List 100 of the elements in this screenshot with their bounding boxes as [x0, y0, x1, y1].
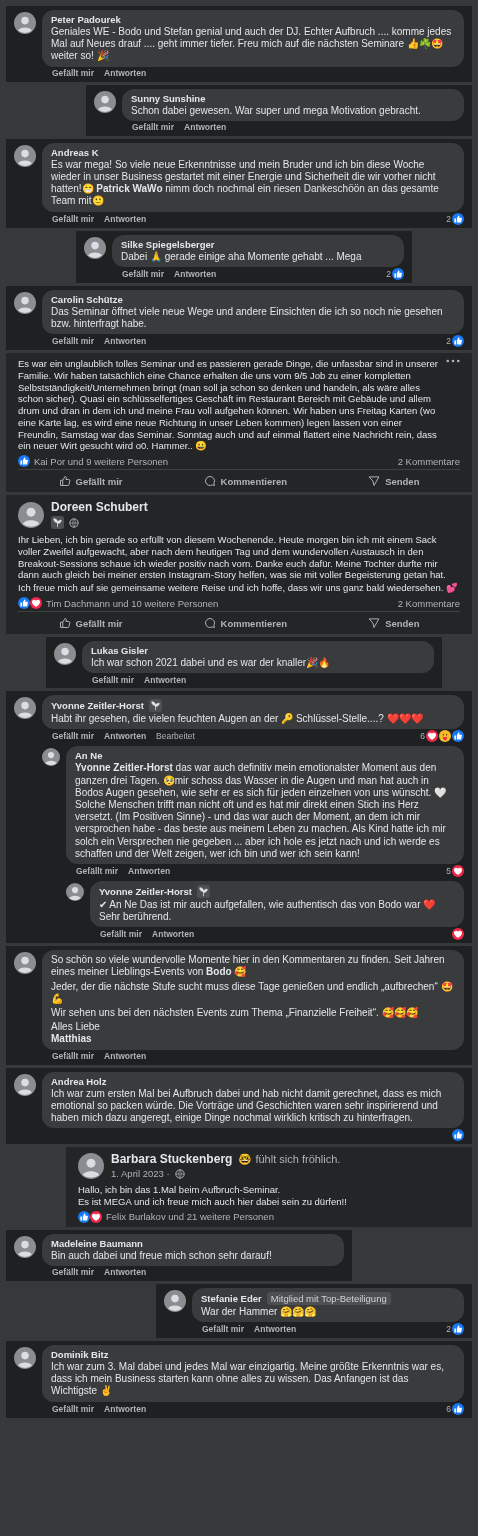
- like-link[interactable]: Gefällt mir: [52, 1267, 95, 1278]
- author-name[interactable]: Yvonne Zeitler-Horst: [99, 885, 192, 897]
- avatar-icon: [14, 291, 36, 314]
- avatar-icon: [14, 12, 36, 34]
- avatar-icon: [14, 1235, 36, 1258]
- author-name[interactable]: Silke Spiegelsberger: [121, 238, 215, 250]
- post-text: Hallo, ich bin das 1.Mal beim Aufbruch-Seminar. Es ist MEGA und ich freue mich auch hier dabei sein zu dürfen!!: [78, 1184, 348, 1208]
- author-name[interactable]: Carolin Schütze: [51, 293, 123, 305]
- comment-text: Habt ihr gesehen, die vielen feuchten Augen an der 🔑 Schlüssel-Stelle....? ❤❤❤: [51, 713, 424, 726]
- feeling-text: 🤓 fühlt sich fröhlich.: [238, 1153, 341, 1167]
- reaction-count: 2: [446, 1324, 451, 1335]
- reply-link[interactable]: Antworten: [104, 1403, 147, 1414]
- avatar-icon: [84, 236, 106, 259]
- speech-bubble-icon: [203, 475, 216, 488]
- reply-link[interactable]: Antworten: [254, 1324, 297, 1335]
- author-name[interactable]: Andrea Holz: [51, 1075, 107, 1087]
- comment-text: Das Seminar öffnet viele neue Wege und andere Einsichten die ich so noch nie gesehen bzw. hinterfragt habe.: [51, 305, 444, 331]
- reaction-count: 2: [446, 213, 451, 224]
- comment-text: Bin auch dabei und freue mich schon sehr darauf!: [51, 1249, 273, 1262]
- author-name[interactable]: An Ne: [75, 750, 103, 762]
- comments-count[interactable]: 2 Kommentare: [397, 597, 460, 609]
- comment-button[interactable]: Kommentieren: [193, 472, 298, 491]
- author-name[interactable]: Stefanie Eder: [201, 1292, 262, 1304]
- reply-link[interactable]: Antworten: [104, 336, 147, 347]
- avatar-icon: [42, 748, 60, 767]
- send-icon: [368, 617, 381, 629]
- like-link[interactable]: Gefällt mir: [202, 1324, 245, 1335]
- comment-text: Ich war zum 3. Mal dabei und jedes Mal war einzigartig. Meine größte Erkenntnis war es, dass ich mein Business starten kann ohne alles zu wissen. Das Anfangen ist das Wichtigste ✌: [51, 1361, 445, 1398]
- like-link[interactable]: Gefällt mir: [52, 213, 95, 224]
- like-link[interactable]: Gefällt mir: [122, 268, 165, 279]
- reply-link[interactable]: Antworten: [144, 674, 187, 685]
- like-link[interactable]: Gefällt mir: [52, 1403, 95, 1414]
- comment-text: Ich war zum ersten Mal bei Aufbruch dabei und hab nicht damit gerechnet, dass es mich emotional so packen würde. Die Vorträge und Geschichten waren sehr inspirierend und haben mich dazu angeregt, einige Dinge nochmal wirklich kritisch zu hinterfragen.: [51, 1087, 443, 1125]
- like-link[interactable]: Gefällt mir: [92, 674, 135, 685]
- comment-text: Es war mega! So viele neue Erkenntnisse und mein Bruder und ich bin diese Woche wieder in unser Business gestartet mit einer Energie und Sicherheit die wir vorher nicht hatten!😁 Patrick WaWo nimm doch nochmal ein riesen Dankeschöön an das gesamte Team mit🙂: [51, 158, 440, 208]
- reactions-summary[interactable]: Kai Por und 9 weitere Personen: [34, 455, 169, 467]
- like-button[interactable]: Gefällt mir: [48, 472, 133, 491]
- avatar-icon: [94, 90, 116, 113]
- comment-text: Wir sehen uns bei den nächsten Events zum Thema „Finanzielle Freiheit“. 🥰🥰🥰: [51, 1007, 419, 1020]
- speech-bubble-icon: [203, 617, 216, 629]
- comment-text: Schon dabei gewesen. War super und mega Motivation gebracht.: [131, 104, 422, 117]
- author-name[interactable]: Andreas K: [51, 146, 99, 158]
- author-name[interactable]: Dominik Bitz: [51, 1349, 109, 1361]
- avatar-icon: [14, 1347, 36, 1370]
- like-link[interactable]: Gefällt mir: [52, 336, 95, 347]
- reply-link[interactable]: Antworten: [184, 122, 227, 133]
- reply-link[interactable]: Antworten: [152, 929, 195, 940]
- like-link[interactable]: Gefällt mir: [52, 731, 95, 742]
- send-icon: [368, 475, 381, 488]
- like-link[interactable]: Gefällt mir: [52, 1051, 95, 1062]
- comment-text: Dabei 🙏 gerade einige aha Momente gehabt ... Mega: [121, 250, 363, 263]
- reply-link[interactable]: Antworten: [104, 1051, 147, 1062]
- like-link[interactable]: Gefällt mir: [132, 122, 175, 133]
- reply-link[interactable]: Antworten: [104, 68, 147, 79]
- reaction-count: 2: [446, 336, 451, 347]
- post-date[interactable]: 1. April 2023 ·: [111, 1168, 170, 1180]
- comment-text: Ich war schon 2021 dabei und es war der knaller🎉🔥: [91, 657, 332, 670]
- comment-text: War der Hammer 🤗🤗🤗: [201, 1305, 318, 1319]
- author-name[interactable]: Doreen Schubert: [51, 500, 148, 515]
- reactions-summary[interactable]: Tim Dachmann und 10 weitere Personen: [46, 597, 219, 609]
- avatar-icon: [54, 643, 76, 665]
- avatar-icon: [164, 1289, 186, 1312]
- reply-link[interactable]: Antworten: [128, 865, 171, 876]
- author-name[interactable]: Yvonne Zeitler-Horst: [51, 700, 144, 712]
- reactions-summary[interactable]: Felix Burlakov und 21 weitere Personen: [106, 1211, 274, 1223]
- comment-text: Jeder, der die nächste Stufe sucht muss diese Tage genießen und endlich „aufbrechen“ 🤩💪: [51, 980, 454, 1005]
- reply-link[interactable]: Antworten: [104, 731, 147, 742]
- author-name[interactable]: Sunny Sunshine: [131, 92, 206, 104]
- reaction-count: 5: [446, 865, 451, 876]
- reaction-count: 2: [386, 268, 391, 279]
- comments-count[interactable]: 2 Kommentare: [397, 455, 460, 467]
- like-button[interactable]: Gefällt mir: [48, 614, 133, 632]
- author-name[interactable]: Madeleine Baumann: [51, 1237, 143, 1249]
- avatar-icon: [14, 144, 36, 167]
- more-icon[interactable]: [446, 359, 460, 364]
- reply-link[interactable]: Antworten: [104, 213, 147, 224]
- send-button[interactable]: Senden: [358, 614, 430, 632]
- reply-link[interactable]: Antworten: [104, 1267, 147, 1278]
- like-link[interactable]: Gefällt mir: [52, 68, 95, 79]
- member-badge: Mitglied mit Top-Beteiligung: [266, 1291, 391, 1305]
- comment-text: Geniales WE - Bodo und Stefan genial und auch der DJ. Echter Aufbruch .... komme jedes Mal auf Neues drauf .... geht immer tiefer. Freu mich auf die nächsten Seminare 👍☘🤩 weiter so! 🎉: [51, 26, 453, 63]
- comment-text: ✔ An Ne Das ist mir auch aufgefallen, wie authentisch das von Bodo war ❤ Sehr berührend.: [99, 898, 437, 924]
- avatar-icon: [66, 882, 84, 901]
- author-name[interactable]: Barbara Stuckenberg: [111, 1152, 233, 1167]
- thumbs-up-icon: [58, 475, 71, 488]
- edited-label: Bearbeitet: [156, 731, 195, 742]
- reply-link[interactable]: Antworten: [174, 268, 217, 279]
- comment-button[interactable]: Kommentieren: [193, 614, 298, 632]
- avatar-icon: [14, 697, 36, 720]
- avatar-icon: [18, 501, 44, 528]
- like-link[interactable]: Gefällt mir: [76, 865, 119, 876]
- author-name[interactable]: Lukas Gisler: [91, 645, 149, 656]
- author-name[interactable]: Peter Padourek: [51, 14, 121, 25]
- like-link[interactable]: Gefällt mir: [100, 929, 143, 940]
- send-button[interactable]: Senden: [358, 472, 430, 491]
- post-text: Es war ein unglaublich tolles Seminar und es passieren gerade Dinge, die unfassbar sind in unserer Familie. Wir haben tatsächlich eine Chance erhalten die uns vom 9/5 Job zu einer kompletten Selbstständigkeit/Unternehmen bringt (man soll ja schon so denken und handeln, als wäre alles schon sicher). Quasi ein schlüsselfertiges Geschäft im Restaurant Bereich mit Gebäude und allem drum und dran in dem ich und meine Frau voll aufgehen können. Wir haben uns Freitag Karten (wo eine Karte lag, es wird eine neue Richtung in unser Leben kommen) legen lassen von einer Freundin, Samstag war das Seminar. Sonntag auch und auf einmal flattert eine Nachricht rein, dass ein neuer Wirt gesucht wird o0. Hammer.. 😀: [18, 358, 438, 453]
- thumbs-up-icon: [58, 617, 71, 629]
- comment-text: Alles Liebe Matthias: [51, 1021, 101, 1046]
- avatar-icon: [14, 1073, 36, 1096]
- post-text: Ihr Lieben, ich bin gerade so erfüllt von diesem Wochenende. Heute morgen bin ich mit einem Sack voller Zweifel aufgewacht, aber nach dem heutigen Tag und dem wundervollen Austausch in den Breakout-Sessions schaue ich wieder positiv nach vorn. Danke euch dafür. Meine Tochter durfte mir dann auch gleich bei meiner ersten Instagram-Story helfen, was sie mit voller Begeisterung getan hat.: [18, 534, 446, 582]
